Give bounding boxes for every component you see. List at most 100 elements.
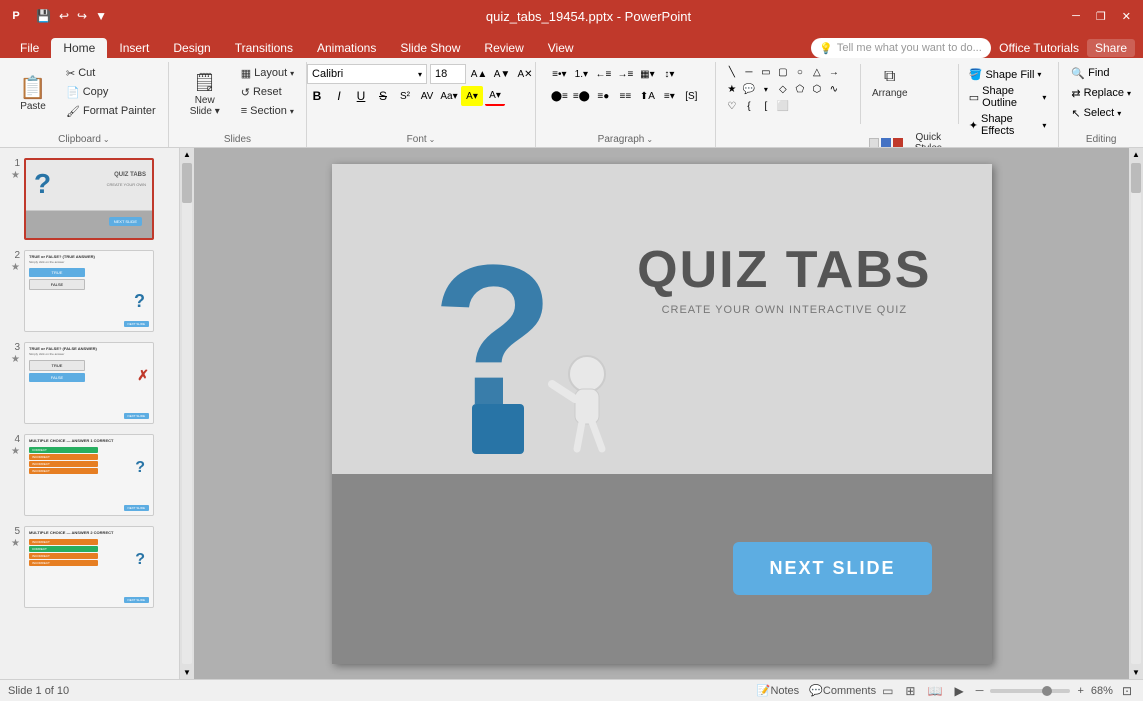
align-right-button[interactable]: ≡● <box>593 86 613 106</box>
shape-effects-dropdown-icon[interactable]: ▾ <box>1042 121 1046 130</box>
decrease-font-button[interactable]: A▼ <box>492 64 512 84</box>
next-slide-button[interactable]: NEXT SLIDE <box>733 542 931 595</box>
shape-fill-button[interactable]: 🪣 Shape Fill ▾ <box>965 66 1051 83</box>
shape-triangle[interactable]: △ <box>809 64 825 80</box>
vertical-scrollbar-thumb[interactable] <box>182 163 192 203</box>
indent-decrease-button[interactable]: ←≡ <box>593 64 613 84</box>
clipboard-expand-icon[interactable]: ⌄ <box>103 135 110 144</box>
shape-flow[interactable]: ⬜ <box>775 98 791 114</box>
slide-1-thumbnail[interactable]: ? QUIZ TABS CREATE YOUR OWN NEXT SLIDE <box>24 158 154 240</box>
find-button[interactable]: 🔍 Find <box>1067 64 1113 82</box>
save-icon[interactable]: 💾 <box>34 7 53 25</box>
slide-thumb-2[interactable]: 2 ★ TRUE or FALSE? (TRUE ANSWER) Simply … <box>4 248 175 334</box>
office-tutorials-link[interactable]: Office Tutorials <box>999 41 1079 55</box>
slide-sorter-button[interactable]: ⊞ <box>902 683 918 699</box>
new-slide-button[interactable]: 🗒 NewSlide ▾ <box>177 64 233 124</box>
section-button[interactable]: ≡ Section ▾ <box>237 102 298 120</box>
font-size-selector[interactable]: 18 <box>430 64 466 84</box>
shape-bracket[interactable]: [ <box>758 98 774 114</box>
copy-button[interactable]: 📄 Copy <box>62 83 160 101</box>
columns-button[interactable]: ▦▾ <box>637 64 657 84</box>
clear-format-button[interactable]: A✕ <box>515 64 535 84</box>
increase-font-button[interactable]: A▲ <box>469 64 489 84</box>
font-expand-icon[interactable]: ⌄ <box>429 135 436 144</box>
shape-callout[interactable]: 💬 <box>741 81 757 97</box>
indent-increase-button[interactable]: →≡ <box>615 64 635 84</box>
shape-rounded-rect[interactable]: ▢ <box>775 64 791 80</box>
underline-button[interactable]: U <box>351 86 371 106</box>
tab-design[interactable]: Design <box>161 38 222 58</box>
paragraph-expand-icon[interactable]: ⌄ <box>646 135 653 144</box>
zoom-in-button[interactable]: + <box>1074 684 1086 698</box>
font-spacing-button[interactable]: AV <box>417 86 437 106</box>
main-slide-canvas[interactable]: ? QUIZ T <box>332 164 992 664</box>
font-case-button[interactable]: Aa▾ <box>439 86 459 106</box>
select-button[interactable]: ↖ Select ▾ <box>1067 104 1125 122</box>
shape-star[interactable]: ★ <box>724 81 740 97</box>
shape-brace[interactable]: { <box>741 98 757 114</box>
close-button[interactable]: ✕ <box>1118 8 1135 25</box>
tab-view[interactable]: View <box>536 38 586 58</box>
zoom-slider[interactable] <box>990 689 1070 693</box>
shape-outline-dropdown-icon[interactable]: ▾ <box>1042 93 1046 102</box>
redo-icon[interactable]: ↪ <box>75 7 89 25</box>
bullet-list-button[interactable]: ≡•▾ <box>549 64 569 84</box>
shape-outline-button[interactable]: ▭ Shape Outline ▾ <box>965 83 1051 111</box>
text-shadow-button[interactable]: S² <box>395 86 415 106</box>
customize-icon[interactable]: ▼ <box>93 7 109 25</box>
notes-button[interactable]: 📝 Notes <box>754 683 802 698</box>
quick-styles-button[interactable]: Quick Styles <box>867 128 952 148</box>
zoom-out-button[interactable]: ─ <box>973 684 987 698</box>
bold-button[interactable]: B <box>307 86 327 106</box>
shape-line2[interactable]: ─ <box>741 64 757 80</box>
slide-2-thumbnail[interactable]: TRUE or FALSE? (TRUE ANSWER) Simply clic… <box>24 250 154 332</box>
reset-button[interactable]: ↺ Reset <box>237 83 298 101</box>
reading-view-button[interactable]: 📖 <box>924 683 945 699</box>
tab-slideshow[interactable]: Slide Show <box>388 38 472 58</box>
layout-button[interactable]: ▦ Layout ▾ <box>237 64 298 82</box>
slide-5-thumbnail[interactable]: MULTIPLE CHOICE — ANSWER 2 CORRECT INCOR… <box>24 526 154 608</box>
shape-oval[interactable]: ○ <box>792 64 808 80</box>
tab-review[interactable]: Review <box>472 38 535 58</box>
share-button[interactable]: Share <box>1087 39 1135 57</box>
tab-insert[interactable]: Insert <box>107 38 161 58</box>
slide-4-thumbnail[interactable]: MULTIPLE CHOICE — ANSWER 1 CORRECT CORRE… <box>24 434 154 516</box>
strikethrough-button[interactable]: S <box>373 86 393 106</box>
tab-animations[interactable]: Animations <box>305 38 388 58</box>
shape-effects-button[interactable]: ✦ Shape Effects ▾ <box>965 111 1051 139</box>
shape-arrow[interactable]: → <box>826 64 842 80</box>
paste-button[interactable]: 📋 Paste <box>8 64 58 124</box>
italic-button[interactable]: I <box>329 86 349 106</box>
format-painter-button[interactable]: 🖌 Format Painter <box>62 102 160 120</box>
normal-view-button[interactable]: ▭ <box>879 683 896 699</box>
cut-button[interactable]: ✂ Cut <box>62 64 160 82</box>
right-scrollbar-track[interactable] <box>1131 163 1141 664</box>
shape-hexagon[interactable]: ⬡ <box>809 81 825 97</box>
align-left-button[interactable]: ⬤≡ <box>549 86 569 106</box>
shape-fill-dropdown-icon[interactable]: ▾ <box>1037 70 1041 79</box>
shape-curved[interactable]: ∿ <box>826 81 842 97</box>
replace-button[interactable]: ⇄ Replace ▾ <box>1067 84 1135 102</box>
numbered-list-button[interactable]: 1.▾ <box>571 64 591 84</box>
undo-icon[interactable]: ↩ <box>57 7 71 25</box>
slide-thumb-3[interactable]: 3 ★ TRUE or FALSE? (FALSE ANSWER) Simply… <box>4 340 175 426</box>
shape-line[interactable]: ╲ <box>724 64 740 80</box>
shape-rect[interactable]: ▭ <box>758 64 774 80</box>
comments-button[interactable]: 💬 Comments <box>806 683 879 698</box>
tab-transitions[interactable]: Transitions <box>223 38 305 58</box>
font-color-button[interactable]: A▾ <box>485 86 505 106</box>
scroll-top-button[interactable]: ▲ <box>181 148 193 161</box>
shape-pentagon[interactable]: ⬠ <box>792 81 808 97</box>
line-spacing-button[interactable]: ↕▾ <box>659 64 679 84</box>
text-highlight-button[interactable]: A▾ <box>461 86 483 106</box>
text-direction-button[interactable]: ⬆A <box>637 86 657 106</box>
shape-heart[interactable]: ♡ <box>724 98 740 114</box>
vertical-scrollbar-track[interactable] <box>182 163 192 664</box>
slideshow-view-button[interactable]: ▶ <box>951 683 966 699</box>
slide-3-thumbnail[interactable]: TRUE or FALSE? (FALSE ANSWER) Simply cli… <box>24 342 154 424</box>
font-name-selector[interactable]: Calibri ▾ <box>307 64 427 84</box>
align-text-button[interactable]: ≡▾ <box>659 86 679 106</box>
slide-thumb-5[interactable]: 5 ★ MULTIPLE CHOICE — ANSWER 2 CORRECT I… <box>4 524 175 610</box>
scroll-right-bottom-button[interactable]: ▼ <box>1130 666 1142 679</box>
scroll-bottom-button[interactable]: ▼ <box>181 666 193 679</box>
